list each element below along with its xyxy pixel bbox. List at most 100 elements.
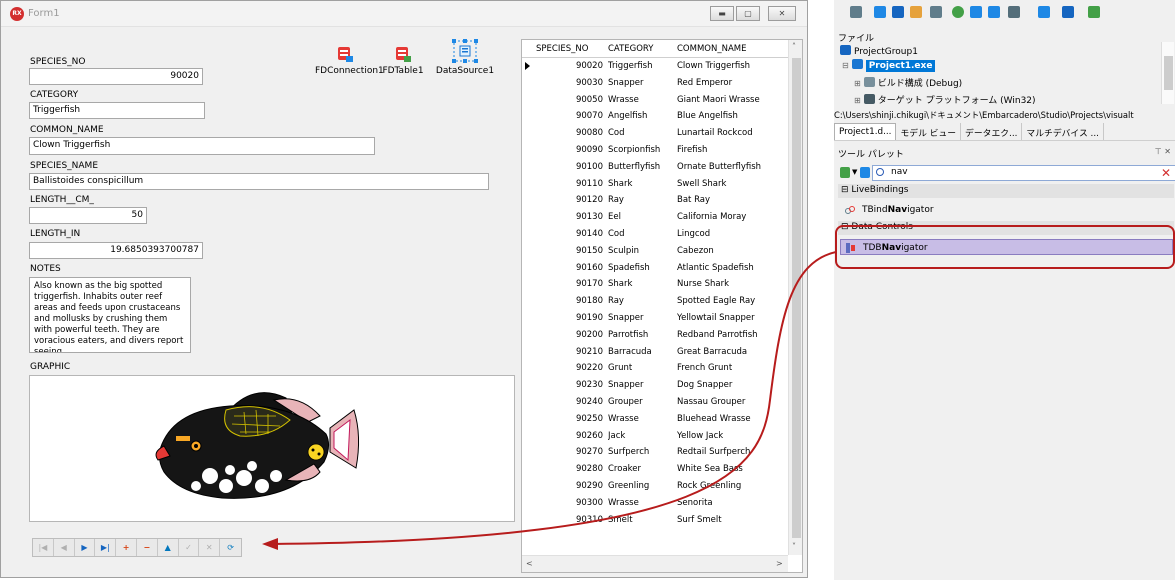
cell-category[interactable]: Surfperch <box>608 447 676 457</box>
form-view-icon[interactable] <box>930 6 942 18</box>
clear-search-icon[interactable]: ✕ <box>1161 166 1171 181</box>
table-row[interactable]: 90100 Butterflyfish Ornate Butterflyfish <box>522 159 788 176</box>
cell-category[interactable]: Barracuda <box>608 347 676 357</box>
cell-category[interactable]: Spadefish <box>608 263 676 273</box>
nav-last-button[interactable]: ▶| <box>95 539 117 556</box>
scroll-up-arrow-icon[interactable]: ˄ <box>792 42 796 51</box>
table-row[interactable]: 90050 Wrasse Giant Maori Wrasse <box>522 92 788 109</box>
cell-category[interactable]: Wrasse <box>608 498 676 508</box>
category-data-controls[interactable]: ⊟ Data Controls <box>838 221 1174 235</box>
cell-species-no[interactable]: 90140 <box>536 229 603 239</box>
run-config-icon[interactable] <box>1088 6 1100 18</box>
nav-prior-button[interactable]: ◀ <box>54 539 75 556</box>
cell-species-no[interactable]: 90260 <box>536 431 603 441</box>
cell-common-name[interactable]: Surf Smelt <box>677 515 787 525</box>
cell-species-no[interactable]: 90050 <box>536 95 603 105</box>
cell-species-no[interactable]: 90160 <box>536 263 603 273</box>
cell-common-name[interactable]: California Moray <box>677 212 787 222</box>
tab-project[interactable]: Project1.d... <box>834 123 897 140</box>
table-row[interactable]: 90110 Shark Swell Shark <box>522 176 788 193</box>
pin-close-icon[interactable]: ⊤ ✕ <box>1155 147 1171 156</box>
cell-species-no[interactable]: 90220 <box>536 363 603 373</box>
cell-common-name[interactable]: Spotted Eagle Ray <box>677 296 787 306</box>
nav-post-button[interactable]: ✓ <box>179 539 200 556</box>
nav-refresh-button[interactable]: ⟳ <box>220 539 241 556</box>
cell-common-name[interactable]: Nurse Shark <box>677 279 787 289</box>
collapse-icon[interactable]: ⊟ <box>842 61 849 70</box>
cell-species-no[interactable]: 90310 <box>536 515 603 525</box>
cell-category[interactable]: Smelt <box>608 515 676 525</box>
column-header-category[interactable]: CATEGORY <box>608 44 653 54</box>
cell-species-no[interactable]: 90210 <box>536 347 603 357</box>
cell-species-no[interactable]: 90020 <box>536 61 603 71</box>
cell-common-name[interactable]: Giant Maori Wrasse <box>677 95 787 105</box>
cell-species-no[interactable]: 90080 <box>536 128 603 138</box>
table-row[interactable]: 90180 Ray Spotted Eagle Ray <box>522 293 788 310</box>
table-row[interactable]: 90070 Angelfish Blue Angelfish <box>522 108 788 125</box>
nav-first-button[interactable]: |◀ <box>33 539 54 556</box>
table-row[interactable]: 90190 Snapper Yellowtail Snapper <box>522 310 788 327</box>
table-row[interactable]: 90290 Greenling Rock Greenling <box>522 478 788 495</box>
expand-icon[interactable]: ⊞ <box>854 79 861 88</box>
cell-category[interactable]: Triggerfish <box>608 61 676 71</box>
cell-species-no[interactable]: 90070 <box>536 111 603 121</box>
cell-category[interactable]: Cod <box>608 128 676 138</box>
cell-common-name[interactable]: Rock Greenling <box>677 481 787 491</box>
cell-species-no[interactable]: 90030 <box>536 78 603 88</box>
graphic-image[interactable] <box>29 375 515 522</box>
table-row[interactable]: 90270 Surfperch Redtail Surfperch <box>522 444 788 461</box>
length-cm-field[interactable]: 50 <box>29 207 147 224</box>
cell-common-name[interactable]: Bluehead Wrasse <box>677 414 787 424</box>
cell-common-name[interactable]: Atlantic Spadefish <box>677 263 787 273</box>
table-row[interactable]: 90120 Ray Bat Ray <box>522 192 788 209</box>
minimize-button[interactable]: ▬ <box>710 6 734 21</box>
cell-common-name[interactable]: Yellow Jack <box>677 431 787 441</box>
table-row[interactable]: 90280 Croaker White Sea Bass <box>522 461 788 478</box>
cell-category[interactable]: Scorpionfish <box>608 145 676 155</box>
cell-common-name[interactable]: Cabezon <box>677 246 787 256</box>
table-row[interactable]: 90150 Sculpin Cabezon <box>522 243 788 260</box>
project-manager-tree[interactable]: ProjectGroup1 ⊟ Project1.exe ⊞ ビルド構成 (Debu… <box>834 42 1175 116</box>
cell-species-no[interactable]: 90150 <box>536 246 603 256</box>
cell-species-no[interactable]: 90240 <box>536 397 603 407</box>
cell-category[interactable]: Cod <box>608 229 676 239</box>
cell-category[interactable]: Jack <box>608 431 676 441</box>
cell-species-no[interactable]: 90250 <box>536 414 603 424</box>
cell-common-name[interactable]: French Grunt <box>677 363 787 373</box>
palette-item-tdbnavigator[interactable]: TDBNavigator <box>840 239 1173 255</box>
scroll-left-arrow-icon[interactable]: < <box>526 559 533 568</box>
cell-category[interactable]: Butterflyfish <box>608 162 676 172</box>
table-row[interactable]: 90210 Barracuda Great Barracuda <box>522 344 788 361</box>
table-row[interactable]: 90090 Scorpionfish Firefish <box>522 142 788 159</box>
cell-species-no[interactable]: 90270 <box>536 447 603 457</box>
cell-common-name[interactable]: White Sea Bass <box>677 464 787 474</box>
cell-common-name[interactable]: Great Barracuda <box>677 347 787 357</box>
cell-category[interactable]: Snapper <box>608 78 676 88</box>
cell-category[interactable]: Parrotfish <box>608 330 676 340</box>
form-titlebar[interactable]: RX Form1 ▬ ▢ ✕ <box>1 1 807 27</box>
table-row[interactable]: 90130 Eel California Moray <box>522 209 788 226</box>
table-row[interactable]: 90170 Shark Nurse Shark <box>522 276 788 293</box>
notes-memo[interactable]: Also known as the big spotted triggerfis… <box>29 277 191 353</box>
cell-common-name[interactable]: Lunartail Rockcod <box>677 128 787 138</box>
cell-category[interactable]: Wrasse <box>608 414 676 424</box>
cell-species-no[interactable]: 90130 <box>536 212 603 222</box>
categories-icon[interactable] <box>840 167 850 178</box>
cell-common-name[interactable]: Redtail Surfperch <box>677 447 787 457</box>
cell-common-name[interactable]: Ornate Butterflyfish <box>677 162 787 172</box>
table-row[interactable]: 90030 Snapper Red Emperor <box>522 75 788 92</box>
palette-item-tbindnavigator[interactable]: TBindNavigator <box>840 202 1173 218</box>
table-row[interactable]: 90260 Jack Yellow Jack <box>522 428 788 445</box>
tree-item-project-group[interactable]: ProjectGroup1 <box>840 45 918 57</box>
cell-category[interactable]: Croaker <box>608 464 676 474</box>
species-name-field[interactable]: Ballistoides conspicillum <box>29 173 489 190</box>
table-row[interactable]: 90220 Grunt French Grunt <box>522 360 788 377</box>
cell-species-no[interactable]: 90290 <box>536 481 603 491</box>
cell-species-no[interactable]: 90280 <box>536 464 603 474</box>
cell-common-name[interactable]: Clown Triggerfish <box>677 61 787 71</box>
tile-icon[interactable] <box>988 6 1000 18</box>
nav-edit-button[interactable]: ▲ <box>158 539 179 556</box>
fdconnection-component[interactable]: FDConnection1 <box>315 45 384 76</box>
cell-category[interactable]: Snapper <box>608 313 676 323</box>
grid-vertical-scrollbar[interactable]: ˄ ˅ <box>788 40 802 555</box>
